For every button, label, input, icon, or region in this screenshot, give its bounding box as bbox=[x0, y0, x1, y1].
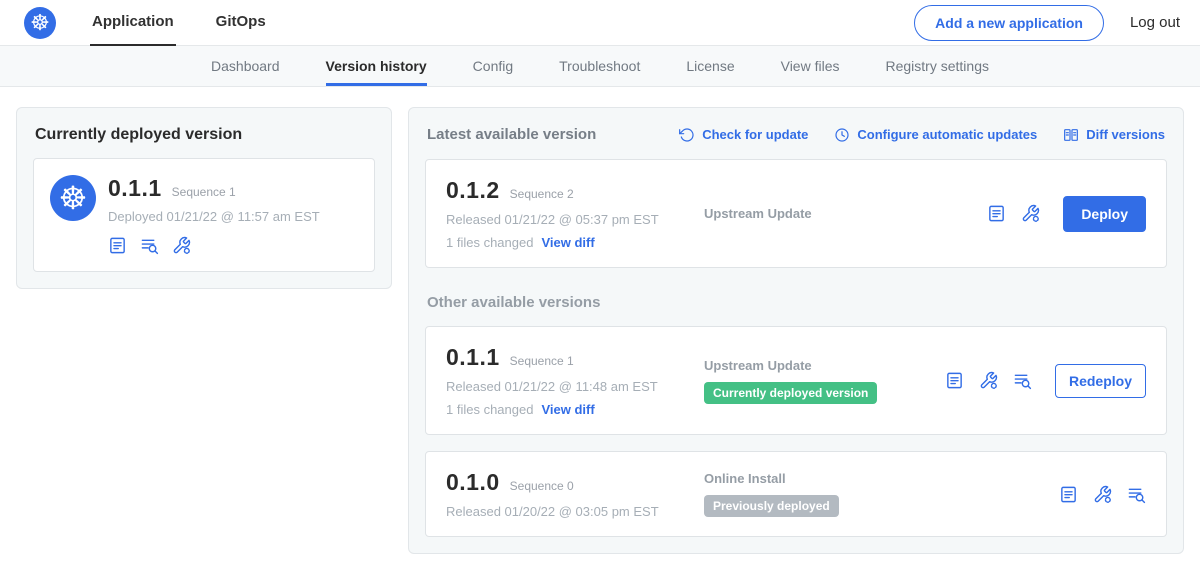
version-number: 0.1.2 bbox=[446, 177, 500, 204]
view-diff-link[interactable]: View diff bbox=[541, 235, 594, 250]
version-row: 0.1.1 Sequence 1 bbox=[446, 344, 704, 371]
version-row: 0.1.0 Sequence 0 bbox=[446, 469, 704, 496]
top-tabs: Application GitOps bbox=[90, 0, 268, 46]
app-icon: ☸ bbox=[50, 175, 96, 221]
version-card-0-1-2: 0.1.2 Sequence 2 Released 01/21/22 @ 05:… bbox=[425, 159, 1167, 268]
subnav-troubleshoot[interactable]: Troubleshoot bbox=[559, 46, 640, 86]
subnav-config[interactable]: Config bbox=[473, 46, 513, 86]
topbar-right: Add a new application Log out bbox=[914, 5, 1180, 41]
version-actions: Deploy bbox=[987, 196, 1146, 232]
check-for-update-link[interactable]: Check for update bbox=[679, 127, 808, 143]
logs-icon[interactable] bbox=[1127, 485, 1146, 504]
files-changed-label: 1 files changed bbox=[446, 402, 533, 417]
files-changed-row: 1 files changed View diff bbox=[446, 402, 704, 417]
app-subnav: Dashboard Version history Config Trouble… bbox=[0, 46, 1200, 87]
version-number: 0.1.1 bbox=[108, 175, 162, 202]
sequence-label: Sequence 1 bbox=[172, 185, 236, 199]
version-row: 0.1.2 Sequence 2 bbox=[446, 177, 704, 204]
released-timestamp: Released 01/21/22 @ 11:48 am EST bbox=[446, 379, 704, 394]
version-actions: Redeploy bbox=[945, 364, 1146, 398]
version-source: Upstream Update Currently deployed versi… bbox=[704, 358, 945, 404]
configure-automatic-updates-label: Configure automatic updates bbox=[857, 127, 1037, 142]
tab-application[interactable]: Application bbox=[90, 0, 176, 46]
view-diff-link[interactable]: View diff bbox=[541, 402, 594, 417]
configure-automatic-updates-link[interactable]: Configure automatic updates bbox=[834, 127, 1037, 143]
released-timestamp: Released 01/21/22 @ 05:37 pm EST bbox=[446, 212, 704, 227]
subnav-version-history[interactable]: Version history bbox=[326, 46, 427, 86]
currently-deployed-badge: Currently deployed version bbox=[704, 382, 877, 404]
version-source: Upstream Update bbox=[704, 206, 987, 221]
version-number: 0.1.0 bbox=[446, 469, 500, 496]
config-icon[interactable] bbox=[1021, 204, 1040, 223]
deployed-panel-title: Currently deployed version bbox=[35, 126, 375, 144]
deployed-version-info: 0.1.1 Sequence 1 Deployed 01/21/22 @ 11:… bbox=[108, 175, 320, 255]
subnav-license[interactable]: License bbox=[686, 46, 734, 86]
add-application-button[interactable]: Add a new application bbox=[914, 5, 1104, 41]
check-for-update-label: Check for update bbox=[702, 127, 808, 142]
release-notes-icon[interactable] bbox=[108, 236, 127, 255]
config-icon[interactable] bbox=[1093, 485, 1112, 504]
latest-version-title: Latest available version bbox=[427, 126, 596, 143]
subnav-registry-settings[interactable]: Registry settings bbox=[886, 46, 989, 86]
version-card-0-1-0: 0.1.0 Sequence 0 Released 01/20/22 @ 03:… bbox=[425, 451, 1167, 537]
version-row: 0.1.1 Sequence 1 bbox=[108, 175, 320, 202]
diff-versions-link[interactable]: Diff versions bbox=[1063, 127, 1165, 143]
sequence-label: Sequence 0 bbox=[510, 479, 574, 493]
version-card-0-1-1: 0.1.1 Sequence 1 Released 01/21/22 @ 11:… bbox=[425, 326, 1167, 435]
currently-deployed-panel: Currently deployed version ☸ 0.1.1 Seque… bbox=[16, 107, 392, 289]
subnav-view-files[interactable]: View files bbox=[781, 46, 840, 86]
diff-versions-label: Diff versions bbox=[1086, 127, 1165, 142]
files-changed-label: 1 files changed bbox=[446, 235, 533, 250]
previously-deployed-badge: Previously deployed bbox=[704, 495, 839, 517]
version-info: 0.1.1 Sequence 1 Released 01/21/22 @ 11:… bbox=[446, 344, 704, 417]
diff-icon bbox=[1063, 127, 1079, 143]
release-notes-icon[interactable] bbox=[1059, 485, 1078, 504]
redeploy-button[interactable]: Redeploy bbox=[1055, 364, 1146, 398]
sequence-label: Sequence 1 bbox=[510, 354, 574, 368]
refresh-icon bbox=[679, 127, 695, 143]
header-actions: Check for update Configure automatic upd… bbox=[679, 127, 1165, 143]
deployed-action-icons bbox=[108, 236, 320, 255]
files-changed-row: 1 files changed View diff bbox=[446, 235, 704, 250]
logs-icon[interactable] bbox=[1013, 371, 1032, 390]
config-icon[interactable] bbox=[172, 236, 191, 255]
helm-wheel-icon: ☸ bbox=[30, 12, 50, 34]
other-versions-title: Other available versions bbox=[427, 294, 1165, 311]
version-info: 0.1.0 Sequence 0 Released 01/20/22 @ 03:… bbox=[446, 469, 704, 519]
released-timestamp: Released 01/20/22 @ 03:05 pm EST bbox=[446, 504, 704, 519]
source-label: Upstream Update bbox=[704, 358, 935, 373]
version-history-panel: Latest available version Check for updat… bbox=[408, 107, 1184, 554]
deploy-button[interactable]: Deploy bbox=[1063, 196, 1146, 232]
deployed-timestamp: Deployed 01/21/22 @ 11:57 am EST bbox=[108, 209, 320, 224]
kubernetes-logo[interactable]: ☸ bbox=[24, 7, 56, 39]
version-number: 0.1.1 bbox=[446, 344, 500, 371]
release-notes-icon[interactable] bbox=[945, 371, 964, 390]
panel-header: Latest available version Check for updat… bbox=[427, 126, 1165, 143]
version-source: Online Install Previously deployed bbox=[704, 471, 1059, 517]
config-icon[interactable] bbox=[979, 371, 998, 390]
main-content: Currently deployed version ☸ 0.1.1 Seque… bbox=[0, 87, 1200, 564]
logs-icon[interactable] bbox=[140, 236, 159, 255]
logout-link[interactable]: Log out bbox=[1130, 14, 1180, 31]
source-label: Upstream Update bbox=[704, 206, 977, 221]
deployed-version-card: ☸ 0.1.1 Sequence 1 Deployed 01/21/22 @ 1… bbox=[33, 158, 375, 272]
tab-gitops[interactable]: GitOps bbox=[214, 0, 268, 46]
subnav-dashboard[interactable]: Dashboard bbox=[211, 46, 280, 86]
helm-wheel-icon: ☸ bbox=[59, 182, 88, 214]
version-info: 0.1.2 Sequence 2 Released 01/21/22 @ 05:… bbox=[446, 177, 704, 250]
version-actions bbox=[1059, 485, 1146, 504]
sequence-label: Sequence 2 bbox=[510, 187, 574, 201]
clock-icon bbox=[834, 127, 850, 143]
top-navbar: ☸ Application GitOps Add a new applicati… bbox=[0, 0, 1200, 46]
release-notes-icon[interactable] bbox=[987, 204, 1006, 223]
source-label: Online Install bbox=[704, 471, 1049, 486]
